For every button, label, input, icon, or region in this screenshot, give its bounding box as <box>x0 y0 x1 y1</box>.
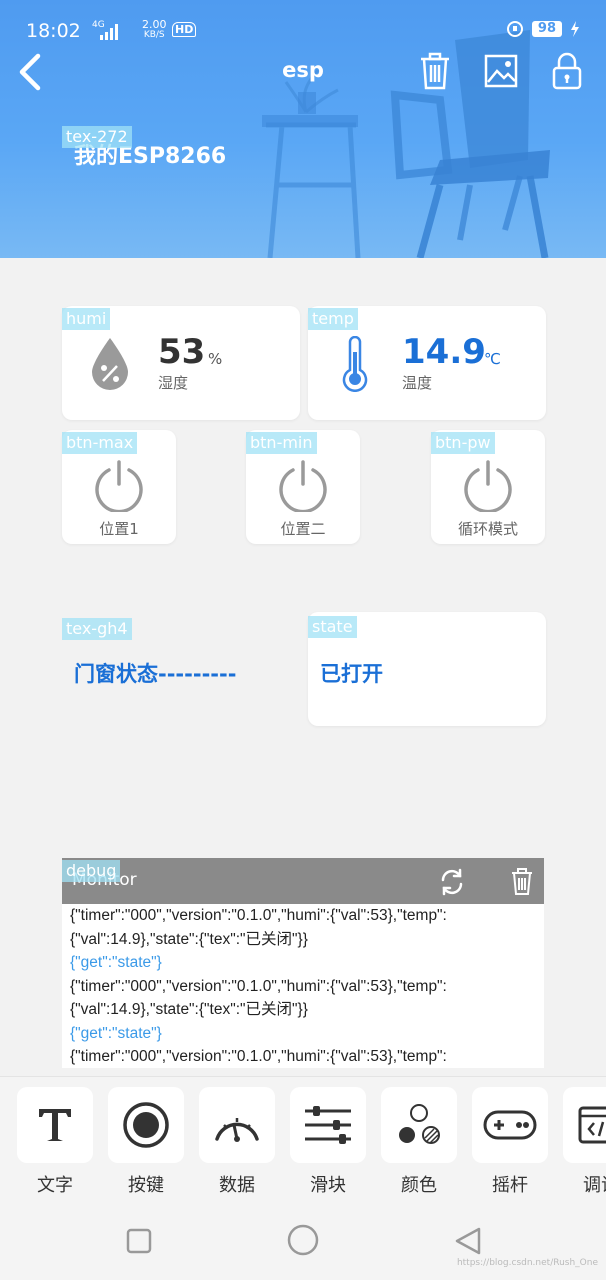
trash-icon[interactable] <box>418 52 452 90</box>
recent-apps-icon[interactable] <box>126 1228 152 1254</box>
status-time: 18:02 <box>26 20 81 42</box>
speed-value: 2.00 <box>142 18 167 31</box>
tool-slider-label: 滑块 <box>310 1175 346 1196</box>
door-text-tag: tex-gh4 <box>62 618 132 640</box>
temp-label: 温度 <box>402 374 433 392</box>
alarm-icon <box>506 21 523 37</box>
temp-value: 14.9 <box>402 332 486 372</box>
btn-min-widget[interactable]: 位置二 btn-min <box>246 430 360 544</box>
humi-value: 53 <box>158 332 206 372</box>
log-line: {"timer":"000","version":"0.1.0","humi":… <box>70 977 447 995</box>
btn-max-tag: btn-max <box>62 432 138 454</box>
net-speed: 2.00 KB/S <box>142 18 167 40</box>
tool-joystick-label: 摇杆 <box>492 1175 528 1196</box>
header-banner: 18:02 4G 2.00 KB/S HD 98 esp 我的ESP8266 t… <box>0 0 606 258</box>
tool-debug-label: 调试 <box>583 1175 606 1196</box>
home-icon[interactable] <box>287 1224 319 1256</box>
temp-tag: temp <box>308 308 358 330</box>
color-icon <box>399 1104 440 1144</box>
temp-unit: ℃ <box>484 350 501 368</box>
charging-icon <box>571 21 579 37</box>
temp-widget[interactable]: 14.9 ℃ 温度 temp <box>308 306 546 420</box>
humi-label: 湿度 <box>158 374 189 392</box>
tool-debug[interactable]: 调试 <box>563 1087 606 1197</box>
humi-widget[interactable]: 53 % 湿度 humi <box>62 306 300 420</box>
btn-pw-tag: btn-pw <box>431 432 495 454</box>
log-get-line: {"get":"state"} <box>70 954 162 971</box>
text-icon <box>39 1109 71 1141</box>
monitor-log: {"timer":"000","version":"0.1.0","humi":… <box>62 904 544 1068</box>
debug-monitor[interactable]: Monitor {"timer":"000","version":"0.1.0"… <box>62 858 544 1068</box>
button-icon <box>123 1102 169 1148</box>
state-tag: state <box>308 616 357 638</box>
widget-toolbar: 文字 按键 数据 滑块 颜色 摇杆 调 <box>0 1076 606 1206</box>
tool-button[interactable]: 按键 <box>108 1087 184 1197</box>
state-text: 已打开 <box>320 662 383 686</box>
door-text-widget[interactable]: 门窗状态--------- tex-gh4 <box>62 614 300 728</box>
speed-unit: KB/S <box>143 30 165 40</box>
tool-text[interactable]: 文字 <box>17 1087 93 1197</box>
log-line: {"timer":"000","version":"0.1.0","humi":… <box>70 1048 447 1065</box>
tool-data-label: 数据 <box>219 1175 255 1196</box>
tool-color-label: 颜色 <box>401 1175 437 1196</box>
power-icon <box>95 460 143 512</box>
back-nav-icon[interactable] <box>454 1226 482 1256</box>
system-nav-bar: https://blog.csdn.net/Rush_One <box>0 1206 606 1280</box>
status-right: 98 <box>506 20 580 38</box>
humi-tag: humi <box>62 308 111 330</box>
power-icon <box>464 460 512 512</box>
tool-text-label: 文字 <box>37 1175 73 1196</box>
door-status-text: 门窗状态--------- <box>74 662 237 686</box>
slider-icon <box>305 1106 351 1144</box>
hd-badge: HD <box>172 22 197 37</box>
gauge-icon <box>215 1118 259 1142</box>
clear-trash-icon[interactable] <box>510 868 534 896</box>
joystick-icon <box>483 1110 537 1140</box>
monitor-header: Monitor <box>62 858 544 904</box>
state-widget[interactable]: 已打开 state <box>308 612 546 726</box>
log-line: {"val":14.9},"state":{"tex":"已关闭"}} <box>70 1001 308 1018</box>
battery-level: 98 <box>531 21 562 37</box>
tool-data[interactable]: 数据 <box>199 1087 275 1197</box>
log-line: {"val":14.9},"state":{"tex":"已关闭"}} <box>70 930 308 948</box>
humi-unit: % <box>208 350 223 368</box>
watermark: https://blog.csdn.net/Rush_One <box>456 1258 598 1268</box>
tool-color[interactable]: 颜色 <box>381 1087 457 1197</box>
log-line: {"timer":"000","version":"0.1.0","humi":… <box>70 907 447 924</box>
log-get-line: {"get":"state"} <box>70 1024 162 1042</box>
image-icon[interactable] <box>484 52 518 90</box>
btn-pw-widget[interactable]: 循环模式 btn-pw <box>431 430 545 544</box>
monitor-tag: debug <box>62 860 121 882</box>
lock-icon[interactable] <box>550 52 584 90</box>
btn-min-tag: btn-min <box>246 432 317 454</box>
debug-icon <box>578 1106 606 1144</box>
btn-max-label: 位置1 <box>99 520 139 538</box>
status-bar: 18:02 4G 2.00 KB/S HD 98 <box>26 18 580 46</box>
signal-icon <box>100 24 118 40</box>
thermometer-icon <box>342 336 368 392</box>
refresh-icon[interactable] <box>438 868 466 896</box>
btn-min-label: 位置二 <box>280 520 326 538</box>
tool-joystick[interactable]: 摇杆 <box>472 1087 548 1197</box>
btn-max-widget[interactable]: 位置1 btn-max <box>62 430 176 544</box>
humidity-drop-icon <box>92 338 128 390</box>
device-tag: tex-272 <box>62 126 132 148</box>
tool-button-label: 按键 <box>128 1175 164 1196</box>
power-icon <box>279 460 327 512</box>
btn-pw-label: 循环模式 <box>457 520 518 538</box>
tool-slider[interactable]: 滑块 <box>290 1087 366 1197</box>
